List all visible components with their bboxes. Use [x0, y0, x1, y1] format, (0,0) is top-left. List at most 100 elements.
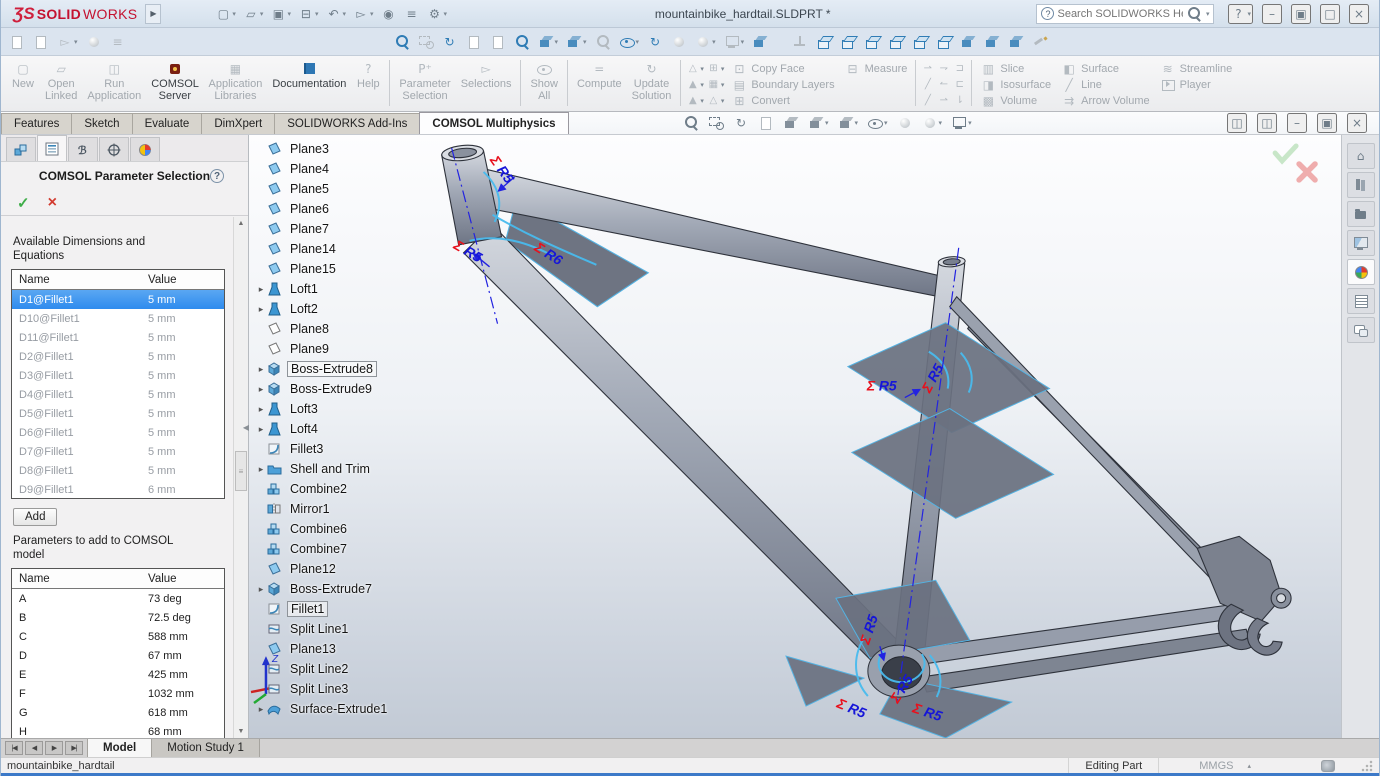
tab-sketch[interactable]: Sketch — [71, 113, 132, 134]
pane-split-left-button[interactable]: ◫ — [1227, 113, 1247, 133]
view-settings-button[interactable]: ▾ — [951, 115, 972, 131]
compute-button[interactable]: =Compute — [573, 58, 626, 93]
panel-scrollbar[interactable]: ▲ ≡ ▼ — [233, 217, 248, 738]
view-palette-button[interactable] — [1347, 230, 1375, 256]
view-bottom-button[interactable] — [936, 34, 952, 50]
tree-item-combine6[interactable]: Combine6 — [255, 519, 390, 539]
hide-show-items-dropdown-icon[interactable]: ▾ — [636, 38, 640, 46]
tree-item-surface-extrude1[interactable]: ▸Surface-Extrude1 — [255, 699, 390, 719]
update-view-button[interactable]: ↻ — [647, 34, 663, 50]
tree-item-label[interactable]: Mirror1 — [287, 502, 333, 516]
display-style-dropdown-icon[interactable]: ▾ — [855, 119, 859, 127]
mesh-button[interactable]: △▾ — [686, 61, 704, 76]
options-dropdown-icon[interactable]: ▾ — [444, 10, 448, 18]
tab-features[interactable]: Features — [1, 113, 72, 134]
table-row[interactable]: D7@Fillet15 mm — [12, 442, 224, 461]
update-solution-button[interactable]: ↻Update Solution — [628, 58, 676, 104]
zoom-to-fit-button[interactable] — [394, 34, 410, 50]
expand-arrow-icon[interactable]: ▸ — [255, 384, 267, 395]
scroll-up-arrow[interactable]: ▲ — [234, 220, 248, 227]
table-row[interactable]: D3@Fillet15 mm — [12, 366, 224, 385]
close-button[interactable]: × — [1349, 4, 1369, 24]
plot-tool-6-button[interactable]: ⊏ — [953, 77, 966, 92]
configuration-manager-tab[interactable]: ℬ — [68, 137, 98, 161]
rotate-view-button[interactable]: ↻ — [733, 115, 749, 131]
tree-item-plane13[interactable]: Plane13 — [255, 639, 390, 659]
scroll-last-button[interactable]: ▶| — [65, 741, 83, 755]
tree-item-mirror1[interactable]: Mirror1 — [255, 499, 390, 519]
apply-scene-button[interactable]: ▾ — [922, 115, 943, 131]
open-document-button[interactable]: ▱▾ — [241, 5, 266, 23]
tab-evaluate[interactable]: Evaluate — [132, 113, 203, 134]
plot-tool-8-button[interactable]: ⇀ — [937, 93, 950, 108]
selections-button[interactable]: ▻Selections — [457, 58, 516, 93]
file-explorer-button[interactable] — [1347, 201, 1375, 227]
mesh-statistics-button[interactable]: △▾ — [707, 93, 725, 108]
tab-comsol-multiphysics[interactable]: COMSOL Multiphysics — [419, 112, 568, 134]
rotate-view-button[interactable]: ↻ — [442, 34, 458, 50]
tree-item-label[interactable]: Plane3 — [287, 142, 332, 156]
new-button[interactable]: ▢New — [7, 58, 39, 93]
tree-item-plane3[interactable]: Plane3 — [255, 139, 390, 159]
player-button[interactable]: Player — [1158, 77, 1235, 92]
design-library-button[interactable] — [1347, 172, 1375, 198]
tree-item-label[interactable]: Plane6 — [287, 202, 332, 216]
tree-item-label[interactable]: Boss-Extrude9 — [287, 382, 375, 396]
table-row[interactable]: D8@Fillet15 mm — [12, 461, 224, 480]
tree-item-loft1[interactable]: ▸Loft1 — [255, 279, 390, 299]
isosurface-button[interactable]: ◨Isosurface — [978, 77, 1053, 92]
expand-arrow-icon[interactable]: ▸ — [255, 584, 267, 595]
previous-view-button[interactable] — [758, 115, 774, 131]
plot-tool-5-button[interactable]: ↼ — [937, 77, 950, 92]
edit-appearance-button[interactable] — [671, 34, 687, 50]
scroll-first-button[interactable]: |◀ — [5, 741, 23, 755]
table-row[interactable]: D6@Fillet15 mm — [12, 423, 224, 442]
plot-tool-7-button[interactable]: ╱ — [921, 93, 934, 108]
table-row[interactable]: F1032 mm — [12, 684, 224, 703]
table-row[interactable]: D11@Fillet15 mm — [12, 328, 224, 347]
edit-appearance-brush-button[interactable] — [1032, 34, 1048, 50]
cancel-button[interactable]: × — [48, 196, 57, 210]
tab-model[interactable]: Model — [87, 739, 152, 757]
graphics-area[interactable]: ΣR5ΣR5ΣR6ΣR5ΣR5ΣR5ΣR5ΣR5ΣR5 Z Plane3Plan… — [249, 135, 1341, 738]
streamline-button[interactable]: ≋Streamline — [1158, 61, 1235, 76]
mesh-quality-dropdown-icon[interactable]: ▾ — [700, 97, 704, 105]
coordinate-sphere-button[interactable] — [86, 34, 102, 50]
tree-item-label[interactable]: Loft3 — [287, 402, 321, 416]
expand-arrow-icon[interactable]: ▸ — [255, 284, 267, 295]
tree-item-label[interactable]: Plane4 — [287, 162, 332, 176]
apply-scene-dropdown-icon[interactable]: ▾ — [939, 119, 943, 127]
print-button[interactable]: ⊟▾ — [296, 5, 321, 23]
close-document-button[interactable]: × — [1347, 113, 1367, 133]
tree-item-label[interactable]: Boss-Extrude8 — [287, 361, 377, 377]
section-view-button[interactable] — [783, 115, 799, 131]
add-button[interactable]: Add — [13, 508, 57, 526]
select-button[interactable]: ▻▾ — [57, 34, 78, 50]
tree-item-label[interactable]: Fillet3 — [287, 442, 326, 456]
tree-item-label[interactable]: Plane9 — [287, 342, 332, 356]
open-linked-button[interactable]: ▱Open Linked — [41, 58, 81, 104]
expand-arrow-icon[interactable]: ▸ — [255, 704, 267, 715]
expand-arrow-icon[interactable]: ▸ — [255, 424, 267, 435]
undo-dropdown-icon[interactable]: ▾ — [342, 10, 346, 18]
view-orientation-dropdown-icon[interactable]: ▾ — [583, 38, 587, 46]
maximize-button[interactable]: □ — [1320, 4, 1340, 24]
view-trimetric-button[interactable] — [1008, 34, 1024, 50]
tree-item-plane14[interactable]: Plane14 — [255, 239, 390, 259]
table-row[interactable]: E425 mm — [12, 665, 224, 684]
plot-tool-1-button[interactable]: ⇀ — [921, 61, 934, 76]
table-row[interactable]: D4@Fillet15 mm — [12, 385, 224, 404]
restore-document-button[interactable]: ▣ — [1317, 113, 1337, 133]
mesh-quality-button[interactable]: ▲▾ — [686, 93, 704, 108]
open-document-dropdown-icon[interactable]: ▾ — [260, 10, 264, 18]
scrollbar-thumb[interactable]: ≡ — [235, 451, 247, 491]
tree-item-fillet3[interactable]: Fillet3 — [255, 439, 390, 459]
tree-item-plane7[interactable]: Plane7 — [255, 219, 390, 239]
hide-show-items-button[interactable]: ▾ — [619, 34, 640, 50]
new-document-dropdown-icon[interactable]: ▾ — [232, 10, 236, 18]
help-button[interactable]: ?▾ — [1228, 4, 1253, 24]
table-row[interactable]: G618 mm — [12, 703, 224, 722]
view-left-button[interactable] — [864, 34, 880, 50]
hide-show-items-button[interactable]: ▾ — [867, 115, 888, 131]
zoom-to-area-button[interactable] — [418, 34, 434, 50]
